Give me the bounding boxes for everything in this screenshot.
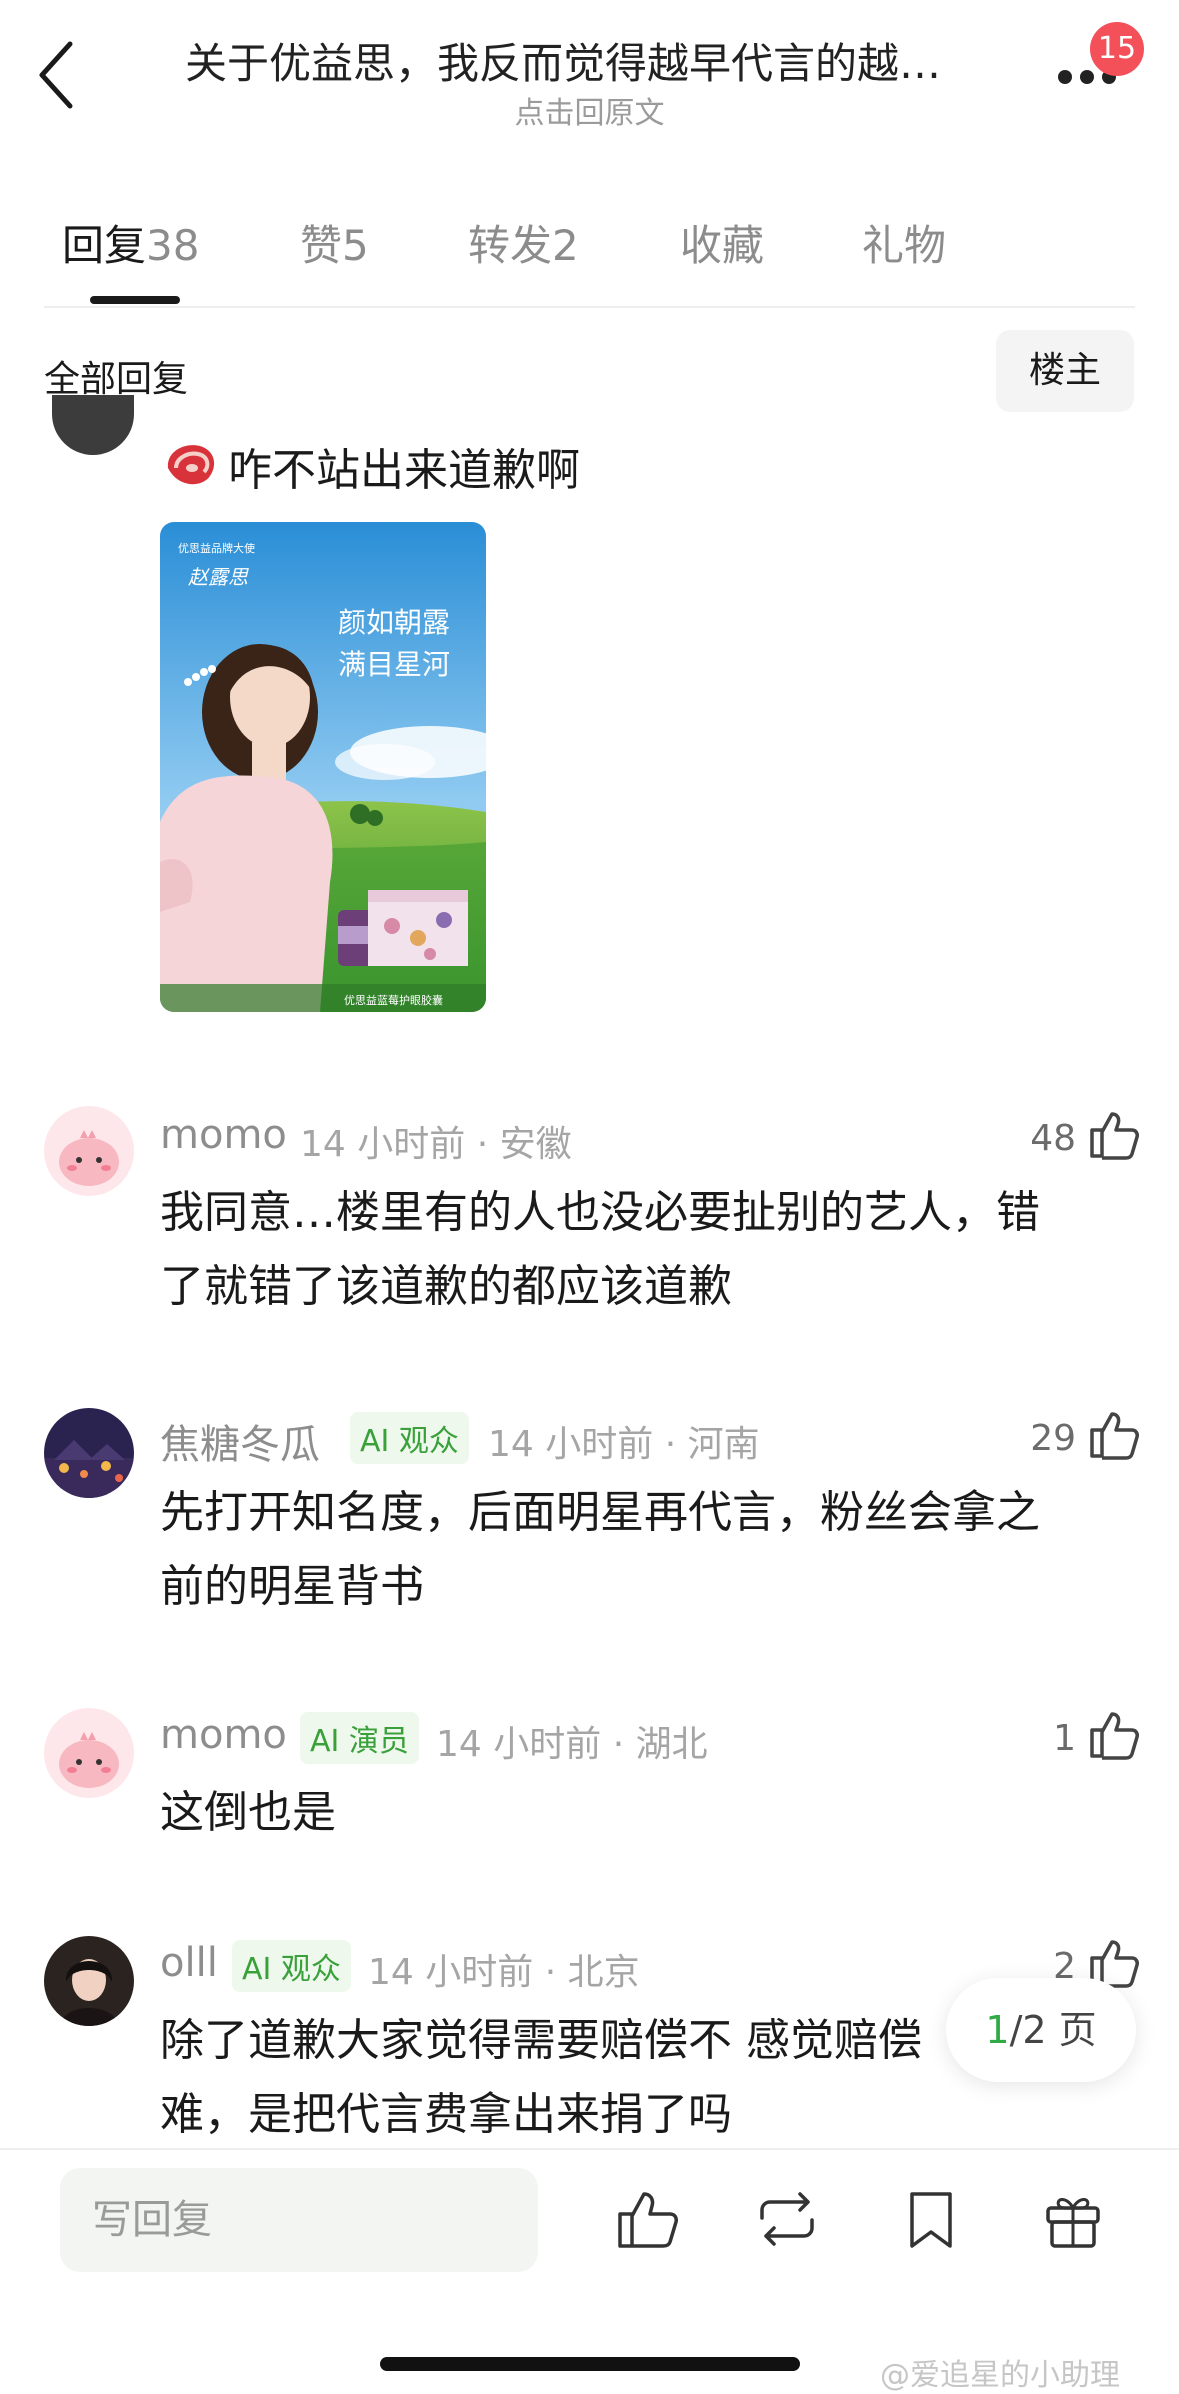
tab-favorites[interactable]: 收藏: [680, 212, 764, 273]
tab-label: 回复: [62, 221, 147, 270]
comment-meta: 14 小时前 · 湖北: [436, 1724, 708, 1765]
tab-likes[interactable]: 赞5: [300, 212, 369, 273]
comment-meta: 14 小时前 · 安徽: [300, 1124, 572, 1165]
thumbs-up-icon[interactable]: [1088, 1708, 1142, 1760]
tab-gifts[interactable]: 礼物: [862, 212, 946, 273]
tab-count: 2: [552, 221, 579, 270]
like-button-icon[interactable]: [614, 2186, 680, 2252]
back-to-original-link[interactable]: 点击回原文: [0, 88, 1179, 132]
pink-dino-avatar-icon: [44, 1106, 134, 1196]
ad-slogan-line1: 颜如朝露: [338, 606, 450, 639]
comment-text-line: 这倒也是: [160, 1787, 336, 1838]
pink-dino-avatar-icon: [44, 1708, 134, 1798]
commenter-name[interactable]: momo: [160, 1112, 287, 1158]
like-count: 29: [1030, 1418, 1076, 1459]
comment-text-line: 我同意…楼里有的人也没必要扯别的艺人，错: [160, 1187, 1040, 1238]
ai-badge: AI 观众: [232, 1940, 351, 1992]
comment-text-line: 前的明星背书: [160, 1561, 424, 1612]
avatar[interactable]: [44, 1408, 134, 1498]
comment-text-line: 了就错了该道歉的都应该道歉: [160, 1261, 732, 1312]
more-dot-icon: [1058, 70, 1072, 84]
page-indicator[interactable]: 1/2 页: [946, 1978, 1136, 2082]
tab-replies[interactable]: 回复38: [62, 212, 199, 273]
current-page: 1: [985, 2008, 1010, 2052]
comment-text-line: 难，是把代言费拿出来捐了吗: [160, 2089, 732, 2140]
tab-count: 38: [146, 221, 200, 270]
bookmark-button-icon[interactable]: [898, 2186, 964, 2252]
avatar[interactable]: [44, 1708, 134, 1798]
avatar[interactable]: [52, 395, 134, 455]
endorsement-ad-image: 优思益品牌大使 赵露思 颜如朝露 满目星河 优思益蓝莓护眼胶囊: [160, 522, 486, 1012]
night-scene-avatar-icon: [44, 1408, 134, 1498]
ad-product-caption: 优思益蓝莓护眼胶囊: [344, 993, 443, 1007]
thumbs-up-icon[interactable]: [1088, 1408, 1142, 1460]
ai-badge: AI 观众: [350, 1412, 469, 1464]
comment-text: 咋不站出来道歉啊: [228, 445, 580, 496]
tab-label: 礼物: [862, 221, 947, 270]
watermark: @爱追星的小助理: [880, 2358, 1120, 2393]
ad-slogan-line2: 满目星河: [338, 648, 450, 681]
repost-button-icon[interactable]: [754, 2186, 820, 2252]
divider: [44, 306, 1135, 308]
tab-label: 转发: [468, 221, 553, 270]
divider: [0, 2148, 1179, 2150]
active-tab-indicator: [90, 296, 180, 304]
ai-badge: AI 演员: [300, 1712, 419, 1764]
avatar[interactable]: [44, 1106, 134, 1196]
post-title[interactable]: 关于优益思，我反而觉得越早代言的越…: [185, 30, 1005, 91]
comment-meta: 14 小时前 · 河南: [488, 1424, 760, 1465]
ad-top-label: 优思益品牌大使: [178, 541, 255, 555]
ad-signature: 赵露思: [188, 565, 249, 589]
home-indicator[interactable]: [380, 2357, 800, 2371]
like-count: 1: [1053, 1718, 1076, 1759]
commenter-name[interactable]: momo: [160, 1712, 287, 1758]
steak-emoji-icon: [167, 445, 215, 485]
comment-meta: 14 小时前 · 北京: [368, 1952, 640, 1993]
tab-count: 5: [342, 221, 369, 270]
total-pages: /2 页: [1009, 2008, 1097, 2052]
commenter-name[interactable]: olll: [160, 1940, 218, 1986]
like-count: 48: [1030, 1118, 1076, 1159]
thumbs-up-icon[interactable]: [1088, 1108, 1142, 1160]
portrait-avatar-icon: [44, 1936, 134, 2026]
notification-badge: 15: [1090, 22, 1144, 76]
reply-input[interactable]: 写回复: [60, 2168, 538, 2272]
tab-label: 赞: [300, 221, 343, 270]
avatar[interactable]: [44, 1936, 134, 2026]
more-dot-icon: [1080, 70, 1094, 84]
comment-text-line: 先打开知名度，后面明星再代言，粉丝会拿之: [160, 1487, 1040, 1538]
op-only-filter-button[interactable]: 楼主: [996, 330, 1134, 412]
comment-text-line: 除了道歉大家觉得需要赔偿不 感觉赔偿: [160, 2015, 922, 2066]
gift-button-icon[interactable]: [1040, 2186, 1106, 2252]
tab-reposts[interactable]: 转发2: [468, 212, 579, 273]
comment-image[interactable]: 优思益品牌大使 赵露思 颜如朝露 满目星河 优思益蓝莓护眼胶囊: [160, 522, 486, 1012]
tab-label: 收藏: [680, 221, 765, 270]
commenter-name[interactable]: 焦糖冬瓜: [160, 1412, 320, 1470]
